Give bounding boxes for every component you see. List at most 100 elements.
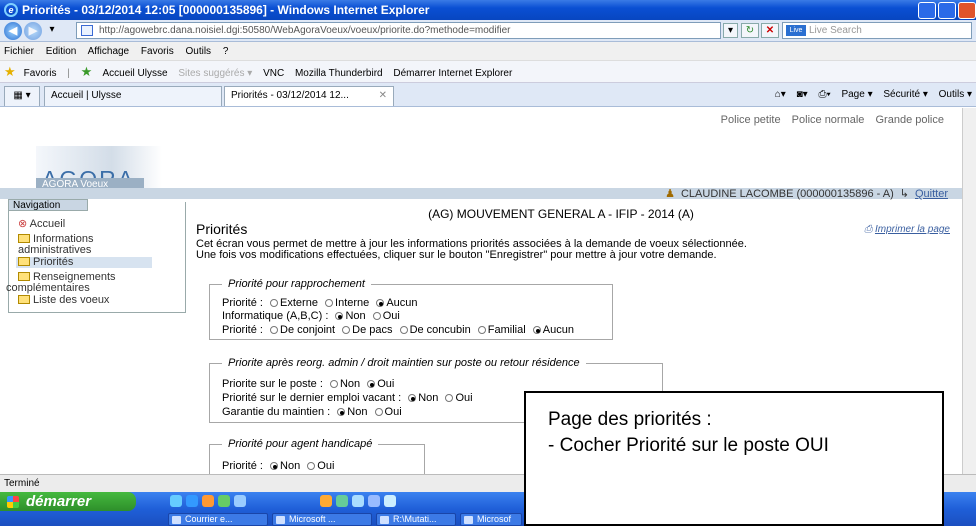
security-menu[interactable]: Sécurité ▾ xyxy=(883,89,927,100)
window-title: Priorités - 03/12/2014 12:05 [0000001358… xyxy=(22,3,430,17)
close-button[interactable] xyxy=(958,2,976,19)
radio-non[interactable] xyxy=(408,394,417,402)
informatique-row: Informatique (A,B,C) : Non Oui xyxy=(222,310,400,322)
print-icon[interactable]: ⎙▾ xyxy=(818,89,830,100)
fav-demarrer-ie[interactable]: Démarrer Internet Explorer xyxy=(393,68,512,79)
task-microsoft[interactable]: Microsoft ... xyxy=(272,513,372,526)
address-input[interactable]: http://agowebrc.dana.noisiel.dgi:50580/W… xyxy=(76,22,721,39)
maximize-button[interactable] xyxy=(938,2,956,19)
tab-accueil-ulysse[interactable]: Accueil | Ulysse xyxy=(44,86,222,106)
menu-help[interactable]: ? xyxy=(223,46,229,57)
radio-oui[interactable] xyxy=(307,462,316,470)
callout-line-1: Page des priorités : xyxy=(548,409,712,430)
firefox-quicklaunch-icon[interactable] xyxy=(202,495,214,507)
app-quicklaunch-icon[interactable] xyxy=(234,495,246,507)
radio-concubin[interactable] xyxy=(399,326,408,334)
vertical-scrollbar[interactable] xyxy=(962,108,976,474)
home-icon[interactable]: ⌂▾ xyxy=(775,89,786,100)
priorite-poste-row: Priorite sur le poste : Non Oui xyxy=(222,378,395,390)
section-legend: Priorité pour rapprochement xyxy=(228,278,365,290)
callout-line-2: - Cocher Priorité sur le poste OUI xyxy=(548,435,829,456)
radio-conjoint[interactable] xyxy=(270,326,279,334)
fav-thunderbird[interactable]: Mozilla Thunderbird xyxy=(295,68,383,79)
radio-externe[interactable] xyxy=(270,299,279,307)
menu-favoris[interactable]: Favoris xyxy=(141,46,174,57)
menu-affichage[interactable]: Affichage xyxy=(88,46,130,57)
radio-oui[interactable] xyxy=(367,380,376,388)
radio-familial[interactable] xyxy=(477,326,486,334)
nav-priorites[interactable]: Priorités xyxy=(16,257,152,268)
menu-edition[interactable]: Edition xyxy=(46,46,77,57)
radio-non[interactable] xyxy=(335,312,344,320)
radio-pacs[interactable] xyxy=(342,326,351,334)
app-quicklaunch-icon[interactable] xyxy=(320,495,332,507)
row-label: Priorité : xyxy=(222,460,263,472)
app-quicklaunch-icon[interactable] xyxy=(352,495,364,507)
close-tab-icon[interactable]: ✕ xyxy=(379,87,387,105)
nav-liste-des-voeux[interactable]: Liste des voeux xyxy=(18,295,109,306)
search-input[interactable]: Live Live Search xyxy=(782,22,972,39)
ie-quicklaunch-icon[interactable] xyxy=(170,495,182,507)
section-legend: Priorité pour agent handicapé xyxy=(228,438,373,450)
fav-sites-suggeres[interactable]: Sites suggérés ▾ xyxy=(178,68,252,79)
radio-oui[interactable] xyxy=(374,408,383,416)
ie-quicklaunch-icon[interactable] xyxy=(384,495,396,507)
nav-accueil[interactable]: ⊗ Accueil xyxy=(18,219,65,230)
priorite-handicap-row: Priorité : Non Oui xyxy=(222,460,335,472)
radio-non[interactable] xyxy=(270,462,279,470)
radio-aucun[interactable] xyxy=(376,299,385,307)
radio-oui[interactable] xyxy=(372,312,381,320)
favorites-star-icon[interactable]: ★ xyxy=(4,64,16,79)
row-label: Priorite sur le poste : xyxy=(222,378,323,390)
quick-tabs-button[interactable]: ▦ ▾ xyxy=(4,86,40,106)
feeds-icon[interactable]: ◙▾ xyxy=(797,89,808,100)
app-quicklaunch-icon[interactable] xyxy=(368,495,380,507)
outlook-quicklaunch-icon[interactable] xyxy=(186,495,198,507)
radio-aucun[interactable] xyxy=(532,326,541,334)
radio-non[interactable] xyxy=(337,408,346,416)
row-label: Priorité : xyxy=(222,324,263,336)
stop-button[interactable]: ✕ xyxy=(761,23,779,38)
user-info: ♟ CLAUDINE LACOMBE (000000135896 - A) ↳ … xyxy=(0,187,962,201)
print-page-link[interactable]: ⎙ Imprimer la page xyxy=(864,224,950,235)
menu-outils[interactable]: Outils xyxy=(185,46,211,57)
refresh-button[interactable]: ↻ xyxy=(741,23,759,38)
quit-link[interactable]: Quitter xyxy=(915,187,948,201)
radio-interne[interactable] xyxy=(325,299,334,307)
start-button[interactable]: démarrer xyxy=(0,492,136,511)
user-name: CLAUDINE LACOMBE (000000135896 - A) xyxy=(680,188,894,200)
forward-button[interactable]: ▶ xyxy=(24,22,42,40)
radio-non[interactable] xyxy=(329,380,338,388)
back-button[interactable]: ◀ xyxy=(4,22,22,40)
favorites-button[interactable]: Favoris xyxy=(24,68,57,79)
app-quicklaunch-icon[interactable] xyxy=(218,495,230,507)
task-courrier[interactable]: Courrier e... xyxy=(168,513,268,526)
font-large-link[interactable]: Grande police xyxy=(876,114,945,126)
address-dropdown-icon[interactable]: ▾ xyxy=(723,23,738,38)
add-favorite-icon[interactable]: ★ xyxy=(81,64,93,79)
fav-vnc[interactable]: VNC xyxy=(263,68,284,79)
intro-text: Cet écran vous permet de mettre à jour l… xyxy=(196,239,936,261)
fav-accueil-ulysse[interactable]: Accueil Ulysse xyxy=(103,68,168,79)
font-normal-link[interactable]: Police normale xyxy=(792,114,865,126)
minimize-button[interactable] xyxy=(918,2,936,19)
tab-priorites[interactable]: Priorités - 03/12/2014 12... ✕ xyxy=(224,86,394,106)
task-microsoft-2[interactable]: Microsof xyxy=(460,513,522,526)
history-dropdown-icon[interactable]: ▾ xyxy=(46,23,58,38)
dernier-emploi-row: Priorité sur le dernier emploi vacant : … xyxy=(222,392,473,404)
font-size-links: Police petite Police normale Grande poli… xyxy=(713,114,944,126)
folder-icon xyxy=(18,234,30,243)
nav-informations-administratives[interactable]: Informations administratives xyxy=(18,234,94,256)
ie-icon: e xyxy=(4,3,18,17)
row-label: Priorité : xyxy=(222,297,263,309)
app-quicklaunch-icon[interactable] xyxy=(336,495,348,507)
command-bar: ⌂▾ ◙▾ ⎙▾ Page ▾ Sécurité ▾ Outils ▾ xyxy=(767,87,972,103)
radio-oui[interactable] xyxy=(445,394,454,402)
task-mutation-folder[interactable]: R:\Mutati... xyxy=(376,513,456,526)
nav-renseignements-complementaires[interactable]: Renseignements complémentaires xyxy=(6,272,116,294)
menu-fichier[interactable]: Fichier xyxy=(4,46,34,57)
search-placeholder: Live Search xyxy=(809,25,862,36)
tools-menu[interactable]: Outils ▾ xyxy=(939,89,972,100)
page-menu[interactable]: Page ▾ xyxy=(841,89,872,100)
font-small-link[interactable]: Police petite xyxy=(721,114,781,126)
